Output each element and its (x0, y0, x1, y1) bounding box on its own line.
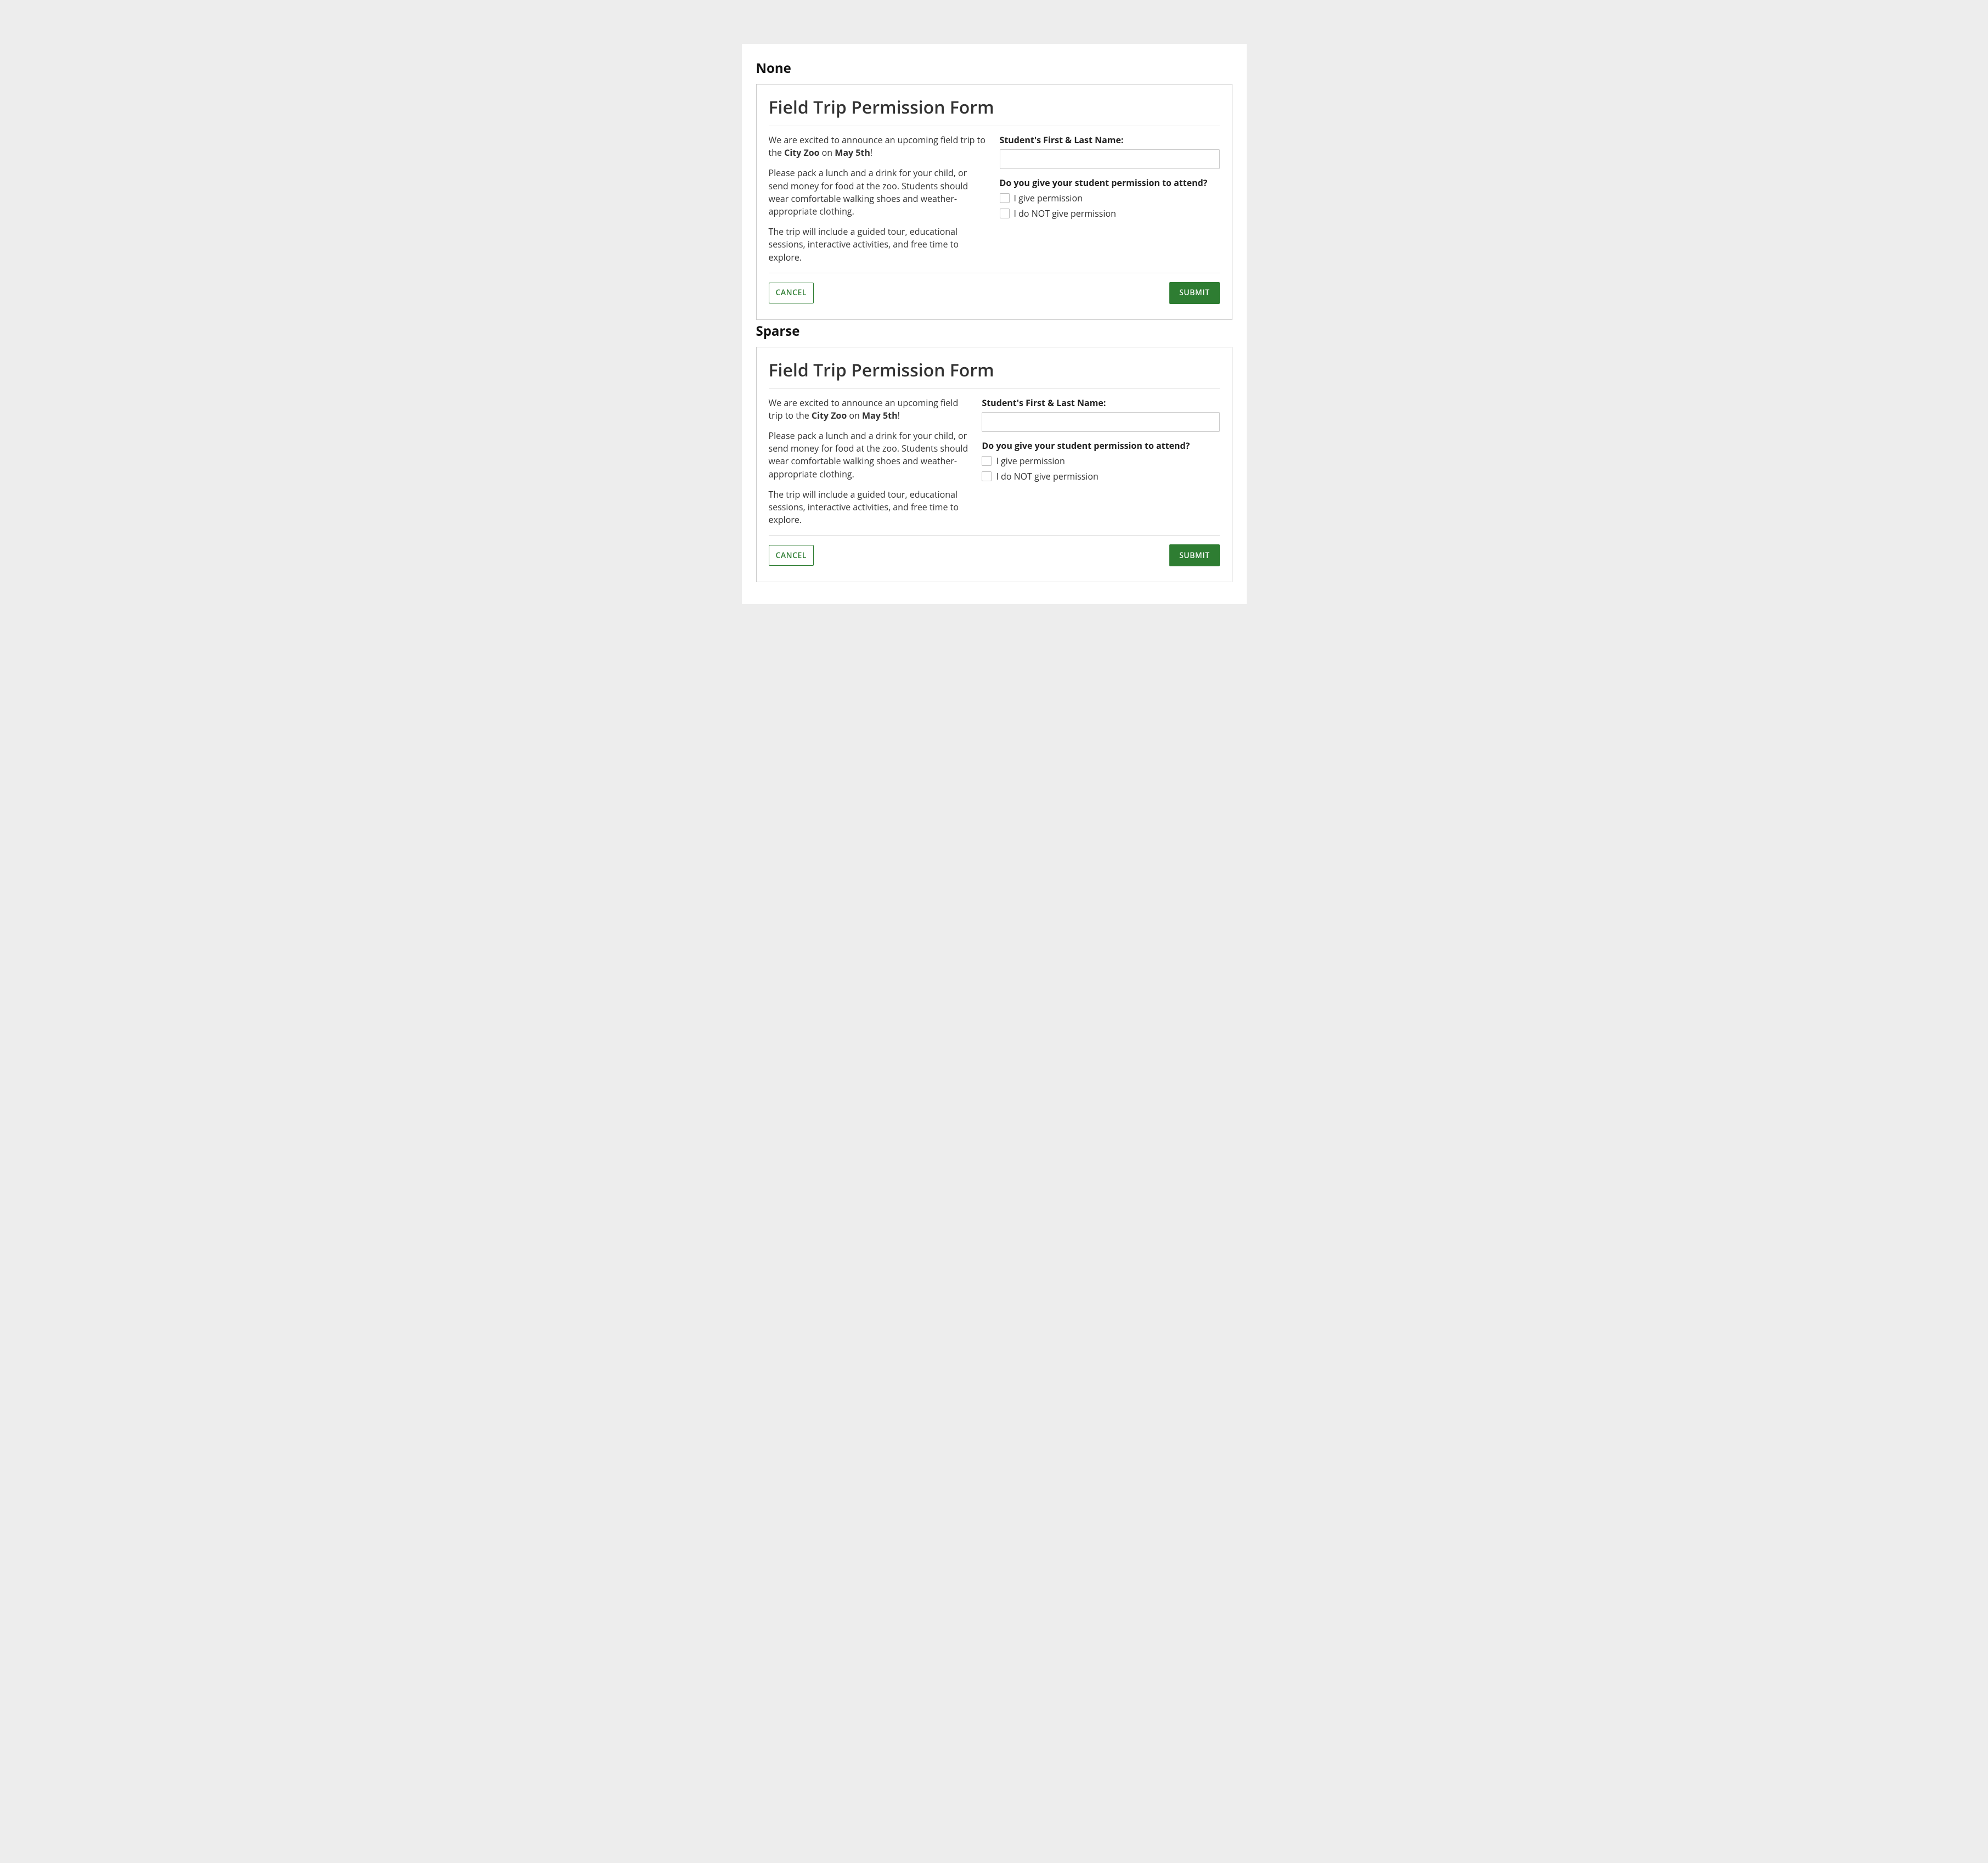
section-heading: None (756, 59, 1232, 77)
section-heading: Sparse (756, 322, 1232, 340)
divider (769, 535, 1220, 536)
intro-date: May 5th (835, 147, 870, 159)
cancel-button[interactable]: CANCEL (769, 283, 814, 303)
permission-question: Do you give your student permission to a… (982, 440, 1219, 452)
permission-no-label: I do NOT give permission (1014, 207, 1116, 219)
student-name-label: Student's First & Last Name: (1000, 134, 1220, 146)
form-panel: Field Trip Permission Form We are excite… (756, 84, 1232, 320)
section-none: None Field Trip Permission Form We are e… (756, 59, 1232, 320)
form-column: Student's First & Last Name: Do you give… (982, 397, 1219, 527)
paragraph-3: The trip will include a guided tour, edu… (769, 226, 989, 264)
submit-button[interactable]: SUBMIT (1169, 544, 1219, 566)
permission-question: Do you give your student permission to a… (1000, 177, 1220, 189)
form-panel: Field Trip Permission Form We are excite… (756, 347, 1232, 583)
permission-no-label: I do NOT give permission (996, 470, 1098, 482)
permission-yes-label: I give permission (996, 455, 1065, 467)
form-column: Student's First & Last Name: Do you give… (1000, 134, 1220, 264)
checkbox-icon[interactable] (1000, 193, 1010, 203)
intro-place: City Zoo (812, 409, 847, 421)
intro-paragraph: We are excited to announce an upcoming f… (769, 397, 971, 422)
intro-middle: on (847, 409, 862, 421)
submit-button[interactable]: SUBMIT (1169, 282, 1219, 304)
student-name-input[interactable] (982, 412, 1219, 432)
paragraph-2: Please pack a lunch and a drink for your… (769, 167, 989, 218)
permission-yes-row[interactable]: I give permission (1000, 192, 1220, 204)
checkbox-icon[interactable] (1000, 209, 1010, 218)
intro-middle: on (820, 147, 835, 159)
paragraph-2: Please pack a lunch and a drink for your… (769, 430, 971, 481)
intro-place: City Zoo (784, 147, 819, 159)
student-name-input[interactable] (1000, 149, 1220, 169)
permission-yes-row[interactable]: I give permission (982, 455, 1219, 467)
student-name-label: Student's First & Last Name: (982, 397, 1219, 409)
intro-suffix: ! (870, 147, 872, 159)
intro-paragraph: We are excited to announce an upcoming f… (769, 134, 989, 159)
form-title: Field Trip Permission Form (769, 95, 1220, 119)
intro-suffix: ! (898, 409, 900, 421)
checkbox-icon[interactable] (982, 471, 992, 481)
section-sparse: Sparse Field Trip Permission Form We are… (756, 322, 1232, 583)
description-column: We are excited to announce an upcoming f… (769, 134, 989, 264)
permission-yes-label: I give permission (1014, 192, 1083, 204)
paragraph-3: The trip will include a guided tour, edu… (769, 488, 971, 527)
permission-no-row[interactable]: I do NOT give permission (982, 470, 1219, 482)
checkbox-icon[interactable] (982, 456, 992, 466)
permission-no-row[interactable]: I do NOT give permission (1000, 207, 1220, 219)
intro-date: May 5th (862, 409, 898, 421)
cancel-button[interactable]: CANCEL (769, 545, 814, 566)
examples-card: None Field Trip Permission Form We are e… (742, 44, 1247, 604)
description-column: We are excited to announce an upcoming f… (769, 397, 971, 527)
form-title: Field Trip Permission Form (769, 358, 1220, 382)
